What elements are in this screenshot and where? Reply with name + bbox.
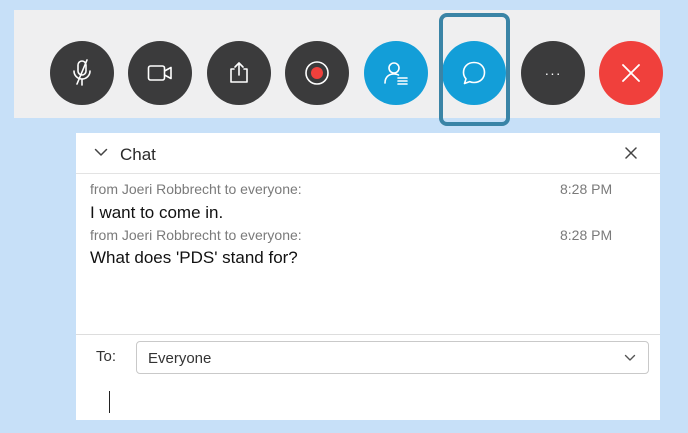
recipient-select[interactable]: Everyone bbox=[136, 341, 649, 374]
share-button[interactable] bbox=[207, 41, 271, 105]
close-icon[interactable] bbox=[624, 146, 638, 160]
message-text: I want to come in. bbox=[90, 203, 224, 222]
record-icon bbox=[305, 61, 329, 85]
chat-header: Chat bbox=[76, 133, 660, 174]
video-button[interactable] bbox=[128, 41, 192, 105]
mute-button[interactable] bbox=[50, 41, 114, 105]
mic-muted-icon bbox=[73, 59, 91, 86]
close-icon bbox=[622, 64, 640, 82]
participants-icon bbox=[384, 62, 408, 85]
video-camera-icon bbox=[147, 65, 172, 81]
chevron-down-icon[interactable] bbox=[94, 148, 108, 157]
ellipsis-icon: ··· bbox=[544, 65, 562, 81]
meeting-toolbar: ··· bbox=[14, 10, 663, 126]
message-sender: from Joeri Robbrecht to everyone: bbox=[90, 181, 302, 197]
message-text: What does 'PDS' stand for? bbox=[90, 248, 298, 267]
divider bbox=[76, 334, 660, 335]
participants-button[interactable] bbox=[364, 41, 428, 105]
message-timestamp: 8:28 PM bbox=[560, 227, 613, 243]
to-label: To: bbox=[96, 348, 117, 365]
chat-bubble-icon bbox=[462, 61, 486, 85]
chat-panel: Chat from Joeri Robbrecht to everyone: 8… bbox=[76, 133, 660, 420]
chat-title: Chat bbox=[120, 145, 156, 164]
chat-button[interactable] bbox=[442, 41, 506, 105]
message-timestamp: 8:28 PM bbox=[560, 181, 613, 197]
record-button[interactable] bbox=[285, 41, 349, 105]
message-input[interactable] bbox=[109, 391, 110, 413]
share-icon bbox=[230, 62, 248, 83]
more-options-button[interactable]: ··· bbox=[521, 41, 585, 105]
end-call-button[interactable] bbox=[599, 41, 663, 105]
chevron-down-icon bbox=[624, 354, 636, 361]
message-sender: from Joeri Robbrecht to everyone: bbox=[90, 227, 302, 243]
recipient-value: Everyone bbox=[148, 350, 212, 367]
